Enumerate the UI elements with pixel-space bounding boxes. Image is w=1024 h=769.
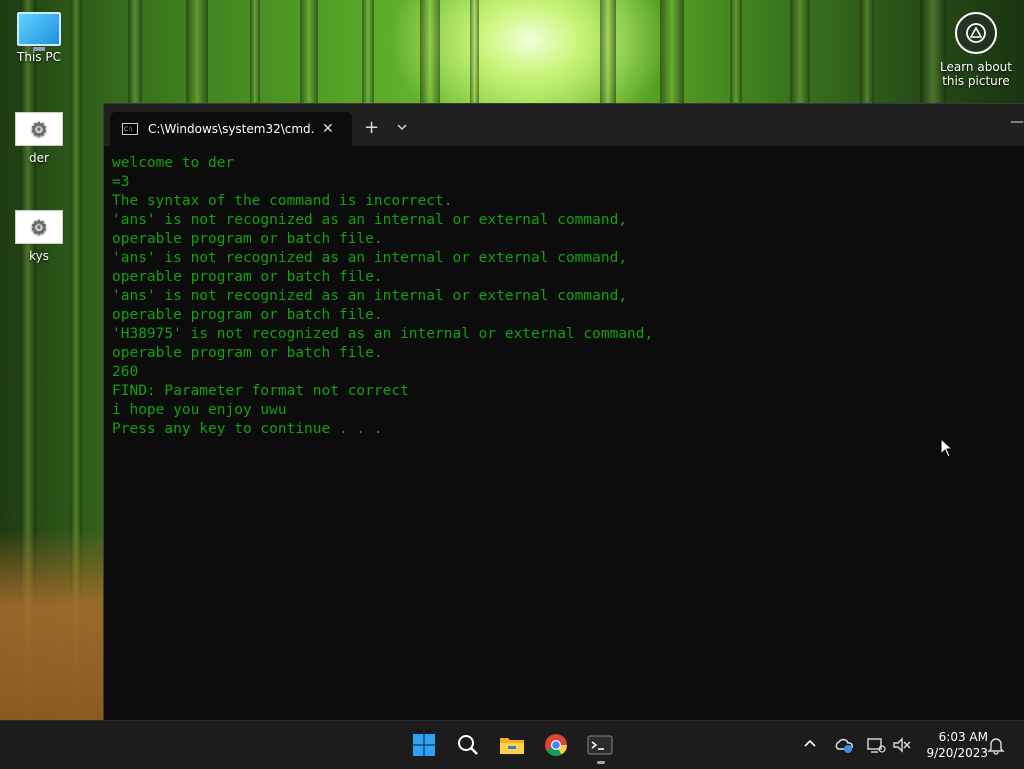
start-icon <box>413 734 435 756</box>
chrome-button[interactable] <box>540 729 572 761</box>
learn-label-line2: this picture <box>942 74 1010 88</box>
volume-muted-icon[interactable] <box>892 735 912 755</box>
desktop-icon-label: kys <box>29 249 49 263</box>
clock-time: 6:03 AM <box>938 730 988 744</box>
taskbar: 6:03 AM 9/20/2023 <box>0 720 1024 769</box>
terminal-titlebar[interactable]: C:\ C:\Windows\system32\cmd.exe ✕ + — <box>104 104 1024 146</box>
learn-about-picture[interactable]: Learn about this picture <box>940 12 1012 88</box>
cmd-icon: C:\ <box>122 123 138 135</box>
tab-cmd[interactable]: C:\ C:\Windows\system32\cmd.exe ✕ <box>110 112 352 146</box>
desktop-icon-label: der <box>29 151 49 165</box>
desktop-icon-this-pc[interactable]: This PC <box>3 12 75 64</box>
clock-date: 9/20/2023 <box>926 746 988 760</box>
learn-label-line1: Learn about <box>940 60 1012 74</box>
monitor-icon <box>17 12 61 51</box>
terminal-window[interactable]: C:\ C:\Windows\system32\cmd.exe ✕ + — we… <box>104 104 1024 720</box>
minimize-button[interactable]: — <box>1010 114 1024 130</box>
chrome-icon <box>545 734 567 756</box>
console-output: welcome to der =3 The syntax of the comm… <box>112 155 654 437</box>
desktop-icon-label: This PC <box>17 50 61 64</box>
new-tab-button[interactable]: + <box>364 117 379 138</box>
terminal-taskbar-button[interactable] <box>584 729 616 761</box>
taskbar-clock[interactable]: 6:03 AM 9/20/2023 <box>918 729 988 761</box>
search-button[interactable] <box>452 729 484 761</box>
start-button[interactable] <box>408 729 440 761</box>
terminal-icon <box>587 735 613 755</box>
chevron-down-icon[interactable] <box>397 121 407 134</box>
mouse-cursor-icon <box>940 438 954 458</box>
network-icon[interactable] <box>866 735 886 755</box>
desktop-icon-der[interactable]: ⚙ der <box>3 112 75 165</box>
chevron-up-icon[interactable] <box>804 735 816 751</box>
tab-title: C:\Windows\system32\cmd.exe <box>148 122 314 136</box>
gear-icon: ⚙ <box>15 210 63 244</box>
desktop-icon-kys[interactable]: ⚙ kys <box>3 210 75 263</box>
search-icon <box>458 735 478 755</box>
desktop-wallpaper: This PC ⚙ der ⚙ kys Learn about this pic… <box>0 0 1024 720</box>
file-explorer-button[interactable] <box>496 729 528 761</box>
camera-icon <box>955 12 997 54</box>
notification-bell-icon[interactable] <box>986 735 1006 755</box>
close-icon[interactable]: ✕ <box>322 121 334 137</box>
onedrive-icon[interactable] <box>834 735 854 755</box>
active-app-indicator <box>597 761 605 764</box>
file-explorer-icon <box>500 738 524 754</box>
gear-icon: ⚙ <box>15 112 63 146</box>
